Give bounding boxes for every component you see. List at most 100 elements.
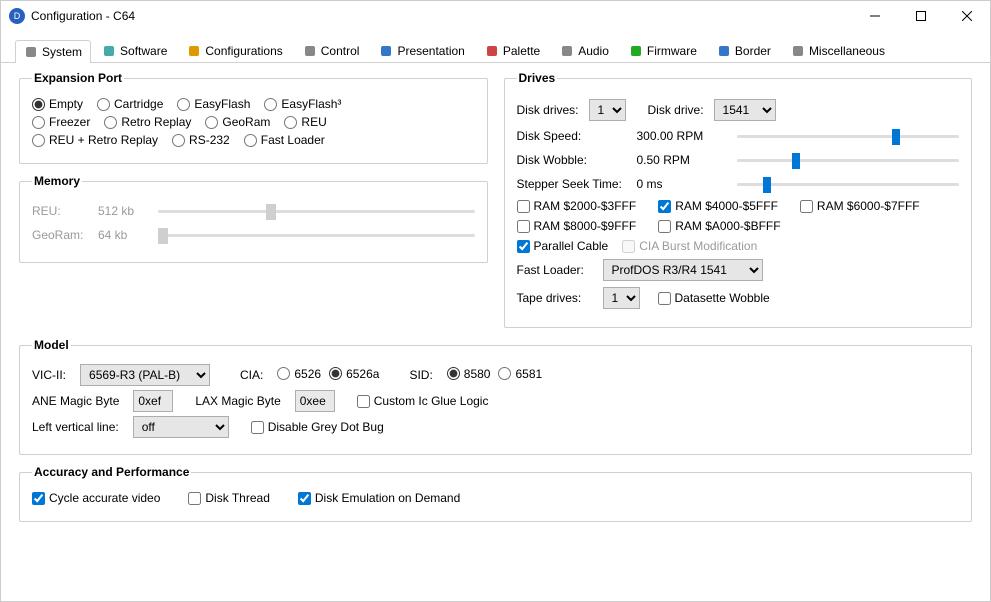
titlebar: D Configuration - C64	[1, 1, 990, 31]
disk-drives-label: Disk drives:	[517, 103, 579, 117]
model-legend: Model	[32, 338, 71, 352]
lax-input[interactable]	[295, 390, 335, 412]
expansion-easyflash[interactable]: EasyFlash	[177, 97, 250, 111]
vic-label: VIC-II:	[32, 368, 66, 382]
expansion-freezer[interactable]: Freezer	[32, 115, 90, 129]
system-icon	[24, 45, 38, 59]
tab-miscellaneous[interactable]: Miscellaneous	[782, 39, 894, 62]
georam-label: GeoRam:	[32, 228, 88, 242]
tab-presentation[interactable]: Presentation	[370, 39, 473, 62]
tab-audio[interactable]: Audio	[551, 39, 618, 62]
tab-palette[interactable]: Palette	[476, 39, 549, 62]
lax-label: LAX Magic Byte	[195, 394, 280, 408]
expansion-legend: Expansion Port	[32, 71, 124, 85]
configurations-icon	[187, 44, 201, 58]
seek-time-slider[interactable]	[737, 175, 960, 193]
tab-software[interactable]: Software	[93, 39, 176, 62]
config-window: D Configuration - C64 SystemSoftwareConf…	[0, 0, 991, 602]
model-group: Model VIC-II: 6569-R3 (PAL-B) CIA: 6526 6…	[19, 338, 972, 455]
ane-label: ANE Magic Byte	[32, 394, 119, 408]
tab-border[interactable]: Border	[708, 39, 780, 62]
disk-drive-label: Disk drive:	[648, 103, 704, 117]
miscellaneous-icon	[791, 44, 805, 58]
expansion-port-group: Expansion Port Empty Cartridge EasyFlash Ea…	[19, 71, 488, 164]
memory-group: Memory REU: 512 kb GeoRam: 64 kb	[19, 174, 488, 263]
memory-legend: Memory	[32, 174, 82, 188]
expansion-easyflash-[interactable]: EasyFlash³	[264, 97, 341, 111]
greydot-check[interactable]: Disable Grey Dot Bug	[251, 420, 384, 434]
tab-configurations[interactable]: Configurations	[178, 39, 291, 62]
fastloader-label: Fast Loader:	[517, 263, 593, 277]
lvl-select[interactable]: off	[133, 416, 229, 438]
tape-drives-select[interactable]: 1	[603, 287, 640, 309]
accuracy-disk-thread[interactable]: Disk Thread	[188, 491, 269, 505]
sid-label: SID:	[409, 368, 432, 382]
accuracy-cycle-accurate-video[interactable]: Cycle accurate video	[32, 491, 160, 505]
tape-drives-label: Tape drives:	[517, 291, 593, 305]
ram-check[interactable]: RAM $6000-$7FFF	[800, 199, 920, 213]
seek-time-value: 0 ms	[637, 177, 727, 191]
lvl-label: Left vertical line:	[32, 420, 119, 434]
window-title: Configuration - C64	[31, 9, 852, 23]
tab-content: Expansion Port Empty Cartridge EasyFlash Ea…	[1, 63, 990, 601]
drives-group: Drives Disk drives: 1 Disk drive: 1541 D…	[504, 71, 973, 328]
disk-speed-label: Disk Speed:	[517, 129, 627, 143]
disk-speed-slider[interactable]	[737, 127, 960, 145]
accuracy-legend: Accuracy and Performance	[32, 465, 191, 479]
sid-radio-8580[interactable]: 8580	[447, 367, 491, 381]
expansion-georam[interactable]: GeoRam	[205, 115, 270, 129]
ram-check[interactable]: RAM $8000-$9FFF	[517, 219, 637, 233]
disk-wobble-slider[interactable]	[737, 151, 960, 169]
app-icon: D	[9, 8, 25, 24]
seek-time-label: Stepper Seek Time:	[517, 177, 627, 191]
tab-firmware[interactable]: Firmware	[620, 39, 706, 62]
expansion-reu[interactable]: REU	[284, 115, 326, 129]
ane-input[interactable]	[133, 390, 173, 412]
minimize-button[interactable]	[852, 1, 898, 31]
ram-check[interactable]: RAM $4000-$5FFF	[658, 199, 778, 213]
disk-speed-value: 300.00 RPM	[637, 129, 727, 143]
palette-icon	[485, 44, 499, 58]
maximize-button[interactable]	[898, 1, 944, 31]
expansion-retro-replay[interactable]: Retro Replay	[104, 115, 191, 129]
accuracy-disk-emulation-on-demand[interactable]: Disk Emulation on Demand	[298, 491, 460, 505]
georam-slider[interactable]	[158, 226, 475, 244]
disk-wobble-label: Disk Wobble:	[517, 153, 627, 167]
tab-control[interactable]: Control	[294, 39, 369, 62]
parallel-cable-check[interactable]: Parallel Cable	[517, 239, 609, 253]
tab-bar: SystemSoftwareConfigurationsControlPrese…	[1, 31, 990, 63]
expansion-rs-232[interactable]: RS-232	[172, 133, 230, 147]
close-button[interactable]	[944, 1, 990, 31]
disk-drive-select[interactable]: 1541	[714, 99, 776, 121]
expansion-reu-retro-replay[interactable]: REU + Retro Replay	[32, 133, 158, 147]
cia-radio-6526[interactable]: 6526	[277, 367, 321, 381]
datasette-wobble-check[interactable]: Datasette Wobble	[658, 291, 770, 305]
disk-drives-select[interactable]: 1	[589, 99, 626, 121]
disk-wobble-value: 0.50 RPM	[637, 153, 727, 167]
georam-value: 64 kb	[98, 228, 148, 242]
expansion-fast-loader[interactable]: Fast Loader	[244, 133, 325, 147]
firmware-icon	[629, 44, 643, 58]
sid-radio-6581[interactable]: 6581	[498, 367, 542, 381]
control-icon	[303, 44, 317, 58]
tab-system[interactable]: System	[15, 40, 91, 63]
cia-radio-6526a[interactable]: 6526a	[329, 367, 379, 381]
expansion-empty[interactable]: Empty	[32, 97, 83, 111]
vic-select[interactable]: 6569-R3 (PAL-B)	[80, 364, 210, 386]
cia-label: CIA:	[240, 368, 263, 382]
reu-slider[interactable]	[158, 202, 475, 220]
ram-check[interactable]: RAM $2000-$3FFF	[517, 199, 637, 213]
reu-value: 512 kb	[98, 204, 148, 218]
presentation-icon	[379, 44, 393, 58]
cia-burst-check: CIA Burst Modification	[622, 239, 757, 253]
accuracy-group: Accuracy and Performance Cycle accurate …	[19, 465, 972, 522]
expansion-cartridge[interactable]: Cartridge	[97, 97, 163, 111]
border-icon	[717, 44, 731, 58]
drives-legend: Drives	[517, 71, 558, 85]
software-icon	[102, 44, 116, 58]
audio-icon	[560, 44, 574, 58]
fastloader-select[interactable]: ProfDOS R3/R4 1541	[603, 259, 763, 281]
reu-label: REU:	[32, 204, 88, 218]
custom-glue-check[interactable]: Custom Ic Glue Logic	[357, 394, 489, 408]
ram-check[interactable]: RAM $A000-$BFFF	[658, 219, 780, 233]
